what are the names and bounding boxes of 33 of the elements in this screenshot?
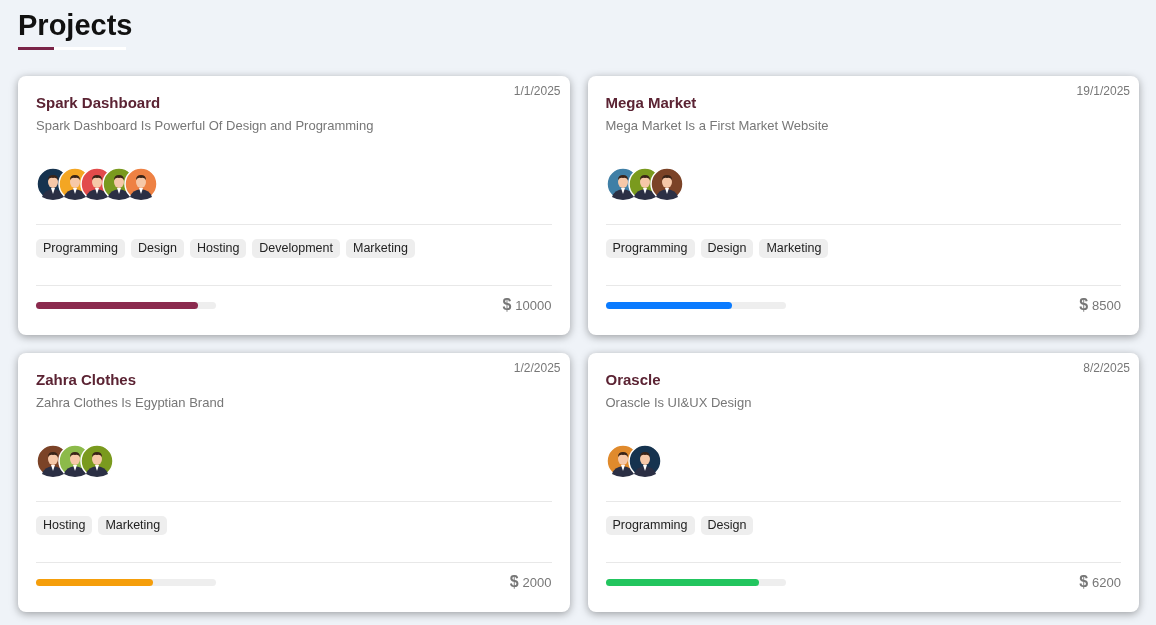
currency-symbol: $: [502, 296, 512, 314]
currency-symbol: $: [1079, 296, 1089, 314]
project-price: 10000: [515, 297, 552, 313]
project-date: 1/2/2025: [513, 361, 561, 375]
tag: Programming: [605, 516, 695, 535]
tag: Programming: [605, 239, 695, 258]
tag: Marketing: [346, 239, 415, 258]
project-date: 8/2/2025: [1083, 361, 1130, 375]
project-title: Zahra Clothes: [36, 371, 138, 388]
currency-symbol: $: [1079, 573, 1089, 591]
tag: Marketing: [759, 239, 829, 258]
tag: Programming: [36, 239, 126, 258]
project-date: 1/1/2025: [513, 84, 561, 98]
project-description: Orascle Is UI&UX Design: [605, 395, 753, 410]
tag: Hosting: [36, 516, 93, 535]
tag: Hosting: [189, 239, 247, 258]
project-price: 8500: [1092, 297, 1121, 313]
project-date: 19/1/2025: [1076, 84, 1130, 98]
tag: Design: [131, 239, 184, 258]
tag: Design: [700, 516, 754, 535]
tag: Development: [252, 239, 340, 258]
project-title: Orascle: [605, 371, 662, 388]
project-title: Spark Dashboard: [36, 94, 162, 111]
tag: Design: [700, 239, 754, 258]
project-title: Mega Market: [605, 94, 698, 111]
project-price: 6200: [1092, 574, 1121, 590]
project-description: Spark Dashboard Is Powerful Of Design and Programming: [36, 118, 375, 133]
project-price: 2000: [522, 574, 552, 590]
page-title: Projects: [18, 8, 133, 43]
currency-symbol: $: [509, 573, 519, 591]
tag: Marketing: [98, 516, 168, 535]
project-description: Mega Market Is a First Market Website: [605, 118, 830, 133]
project-description: Zahra Clothes Is Egyptian Brand: [36, 395, 225, 410]
